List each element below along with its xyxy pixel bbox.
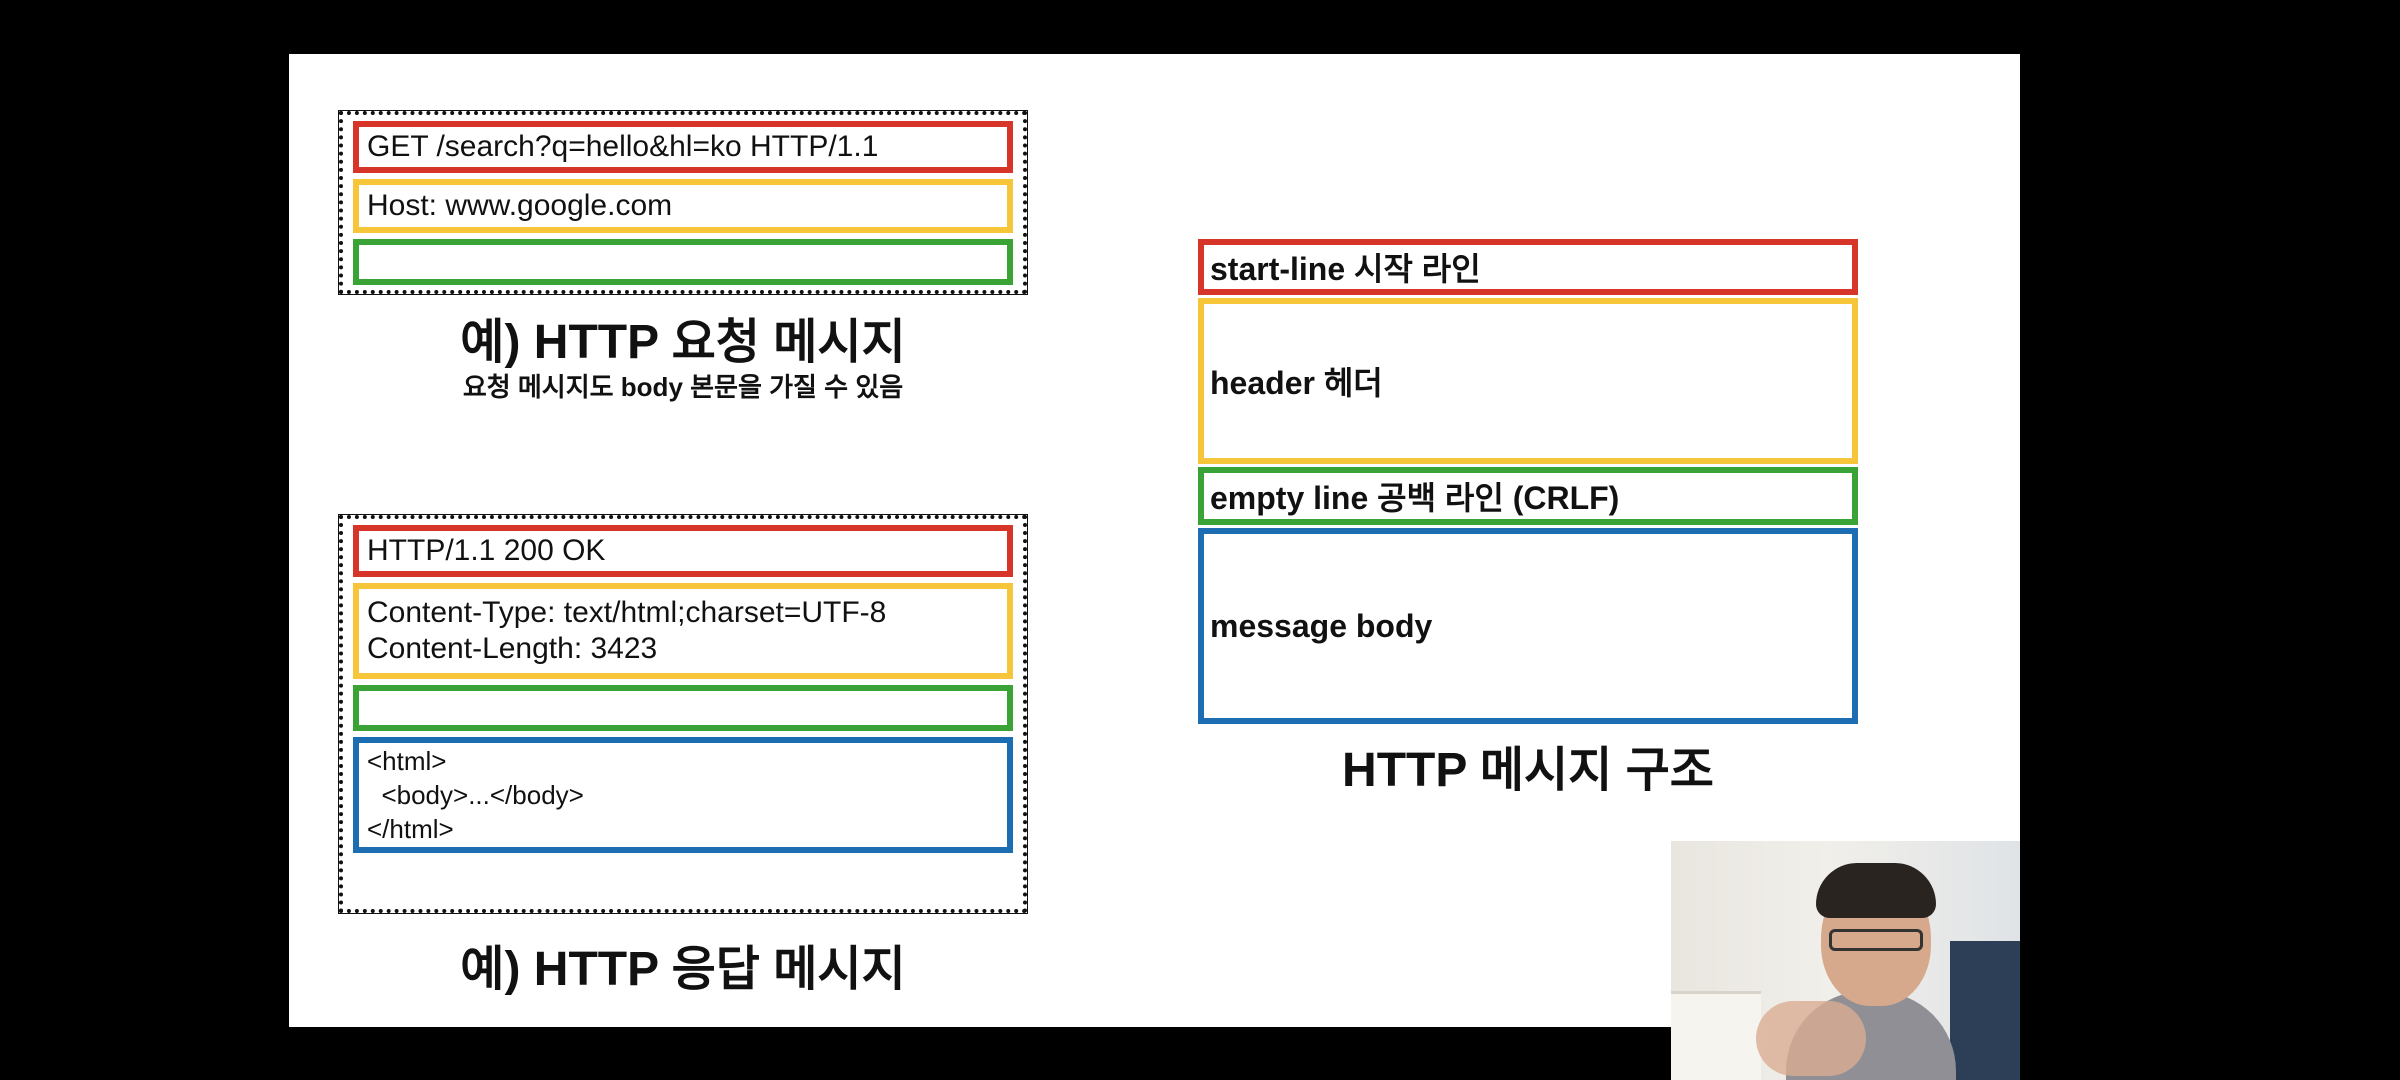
response-body: <html> <body>...</body> </html> (353, 737, 1013, 853)
structure-start-line: start-line 시작 라인 (1198, 239, 1858, 295)
request-caption: 예) HTTP 요청 메시지 (460, 316, 906, 369)
response-headers: Content-Type: text/html;charset=UTF-8 Co… (353, 583, 1013, 679)
request-empty-line (353, 239, 1013, 285)
structure-header-text: header 헤더 (1210, 365, 1383, 401)
structure-empty-line-text: empty line 공백 라인 (CRLF) (1210, 480, 1620, 516)
response-header-content-length: Content-Length: 3423 (367, 632, 658, 665)
presenter-hair (1816, 863, 1936, 918)
webcam-shelf (1671, 991, 1761, 1080)
presenter-hands (1756, 1001, 1866, 1076)
presenter-webcam (1671, 841, 2020, 1080)
response-body-line: </html> (367, 814, 454, 844)
request-header-text: Host: www.google.com (367, 189, 673, 222)
response-body-line: <html> (367, 746, 447, 776)
structure-caption: HTTP 메시지 구조 (1342, 744, 1714, 797)
video-frame: GET /search?q=hello&hl=ko HTTP/1.1 Host:… (0, 0, 2400, 1080)
request-start-line: GET /search?q=hello&hl=ko HTTP/1.1 (353, 121, 1013, 173)
request-subcaption: 요청 메시지도 body 본문을 가질 수 있음 (462, 372, 904, 402)
structure-message-body-text: message body (1210, 607, 1433, 644)
response-body-line: <body>...</body> (367, 780, 584, 810)
webcam-chair (1950, 941, 2020, 1080)
response-example-box: HTTP/1.1 200 OK Content-Type: text/html;… (339, 515, 1027, 913)
presenter-glasses (1829, 929, 1923, 951)
structure-message-body: message body (1198, 528, 1858, 724)
response-caption: 예) HTTP 응답 메시지 (460, 943, 906, 996)
structure-header: header 헤더 (1198, 298, 1858, 464)
structure-start-line-text: start-line 시작 라인 (1210, 251, 1481, 287)
request-start-line-text: GET /search?q=hello&hl=ko HTTP/1.1 (367, 130, 879, 163)
response-start-line: HTTP/1.1 200 OK (353, 525, 1013, 577)
structure-empty-line: empty line 공백 라인 (CRLF) (1198, 467, 1858, 525)
response-header-content-type: Content-Type: text/html;charset=UTF-8 (367, 596, 887, 629)
request-header: Host: www.google.com (353, 179, 1013, 233)
response-start-line-text: HTTP/1.1 200 OK (367, 534, 606, 567)
response-empty-line (353, 685, 1013, 731)
request-example-box: GET /search?q=hello&hl=ko HTTP/1.1 Host:… (339, 111, 1027, 294)
